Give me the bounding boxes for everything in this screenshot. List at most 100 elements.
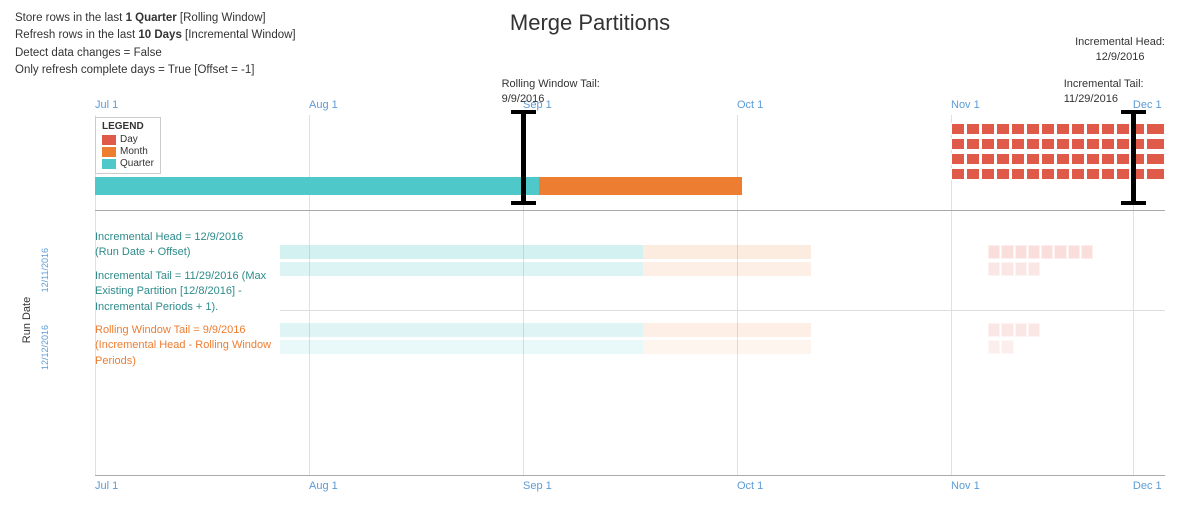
axis-bottom-oct: Oct 1: [737, 480, 763, 492]
day-cell: [1011, 138, 1025, 150]
axis-bottom-sep: Sep 1: [523, 480, 552, 492]
small-day-cell: [988, 262, 1000, 276]
row2-month-bar: [643, 323, 811, 337]
day-cell: [951, 153, 965, 165]
marker-dec1: [1131, 110, 1136, 205]
day-cell: [981, 153, 995, 165]
day-cell: [1071, 153, 1085, 165]
day-cell: [1146, 153, 1165, 165]
day-cell: [996, 138, 1010, 150]
day-cell: [1011, 123, 1025, 135]
day-cell: [1116, 123, 1130, 135]
small-day-cell: [1028, 245, 1040, 259]
day-cell: [1101, 168, 1115, 180]
inc-tail-date: 11/29/2016: [1064, 92, 1144, 107]
small-day-cell: [988, 323, 1000, 337]
inc-tail-label: Incremental Tail:: [1064, 77, 1144, 92]
bars-section: Incremental Head: 12/9/2016 Rolling Wind…: [95, 115, 1165, 210]
day-cell: [996, 153, 1010, 165]
marker-sep1-top: [511, 110, 536, 114]
small-day-cell: [1001, 340, 1013, 354]
info-bold2: 10 Days: [138, 29, 181, 41]
day-cell: [981, 138, 995, 150]
day-cell: [1116, 153, 1130, 165]
day-cell: [951, 138, 965, 150]
day-cell: [1086, 138, 1100, 150]
row1-quarter-bar: [280, 245, 643, 259]
axis-bottom-jul: Jul 1: [95, 480, 118, 492]
small-day-cell: [1001, 262, 1013, 276]
main-container: Store rows in the last 1 Quarter [Rollin…: [0, 0, 1180, 506]
ann-inc-tail: Incremental Tail = 11/29/2016 (Max Exist…: [95, 269, 280, 315]
day-cell: [996, 168, 1010, 180]
rolling-tail-annotation: Rolling Window Tail: 9/9/2016: [502, 77, 600, 108]
axis-bottom-nov: Nov 1: [951, 480, 980, 492]
day-cell: [966, 123, 980, 135]
row-date-1: 12/11/2016: [40, 248, 90, 292]
day-cell: [966, 168, 980, 180]
small-day-cell: [1054, 245, 1066, 259]
small-day-cell: [988, 245, 1000, 259]
small-day-cell: [988, 340, 1000, 354]
day-cell: [1041, 153, 1055, 165]
info-line2: Refresh rows in the last 10 Days [Increm…: [15, 27, 296, 44]
run-date-rows: 12/11/2016 12/12/2016 Incremental Head =…: [40, 230, 1165, 410]
day-cell: [1086, 153, 1100, 165]
inc-head-label: Incremental Head:: [1075, 35, 1165, 50]
marker-dec1-top: [1121, 110, 1146, 114]
small-day-cell: [1041, 245, 1053, 259]
day-cell: [1056, 138, 1070, 150]
axis-bottom-dec: Dec 1: [1133, 480, 1162, 492]
day-cell: [1056, 123, 1070, 135]
day-cell: [1101, 138, 1115, 150]
day-cell: [1011, 168, 1025, 180]
run-date-section: Run Date 12/11/2016 12/12/2016 Increment…: [15, 230, 1165, 410]
axis-label-oct: Oct 1: [737, 99, 763, 111]
rolling-tail-label: Rolling Window Tail:: [502, 77, 600, 92]
axis-label-nov: Nov 1: [951, 99, 980, 111]
info-line4: Only refresh complete days = True [Offse…: [15, 62, 296, 79]
day-cell: [1146, 123, 1165, 135]
row2-quarter-bar: [280, 323, 643, 337]
info-suffix2: [Incremental Window]: [185, 29, 296, 41]
run-date-label: Run Date: [15, 230, 40, 410]
small-day-cell: [1001, 323, 1013, 337]
axis-top: Jul 1 Aug 1 Sep 1 Oct 1 Nov 1 Dec 1: [95, 95, 1165, 115]
info-line3: Detect data changes = False: [15, 45, 296, 62]
row-date-2: 12/12/2016: [40, 325, 90, 370]
day-cell: [1071, 138, 1085, 150]
row1-bars: [280, 240, 1165, 300]
row1-month-bar2: [643, 262, 811, 276]
day-cell: [951, 168, 965, 180]
bar-quarter: [95, 177, 539, 195]
day-cell: [1116, 138, 1130, 150]
day-cell: [996, 123, 1010, 135]
day-cell: [981, 123, 995, 135]
day-cell: [1041, 168, 1055, 180]
day-cell: [1041, 138, 1055, 150]
day-cell: [1011, 153, 1025, 165]
page-title: Merge Partitions: [510, 10, 670, 36]
day-cell: [1026, 168, 1040, 180]
day-cell: [1146, 168, 1165, 180]
left-annotations: Incremental Head = 12/9/2016(Run Date + …: [95, 230, 280, 369]
day-cell: [981, 168, 995, 180]
inc-head-annotation: Incremental Head: 12/9/2016: [1075, 35, 1165, 66]
marker-dec1-bottom: [1121, 201, 1146, 205]
row2-bars: [280, 318, 1165, 378]
row2-day-cells: [988, 323, 1165, 337]
small-day-cell: [1015, 323, 1027, 337]
row2-quarter-bar2: [280, 340, 643, 354]
row2-day-cells2: [988, 340, 1165, 354]
day-cell: [1056, 168, 1070, 180]
chart-area: Jul 1 Aug 1 Sep 1 Oct 1 Nov 1 Dec 1 LEGE…: [15, 95, 1165, 496]
day-cell: [1101, 123, 1115, 135]
ann-rolling-tail: Rolling Window Tail = 9/9/2016 (Incremen…: [95, 323, 280, 369]
small-day-cell: [1001, 245, 1013, 259]
small-day-cell: [1081, 245, 1093, 259]
marker-sep1-bottom: [511, 201, 536, 205]
info-bold1: 1 Quarter: [126, 12, 177, 24]
day-cell: [1116, 168, 1130, 180]
row-divider: [280, 310, 1165, 311]
marker-sep1: [521, 110, 526, 205]
